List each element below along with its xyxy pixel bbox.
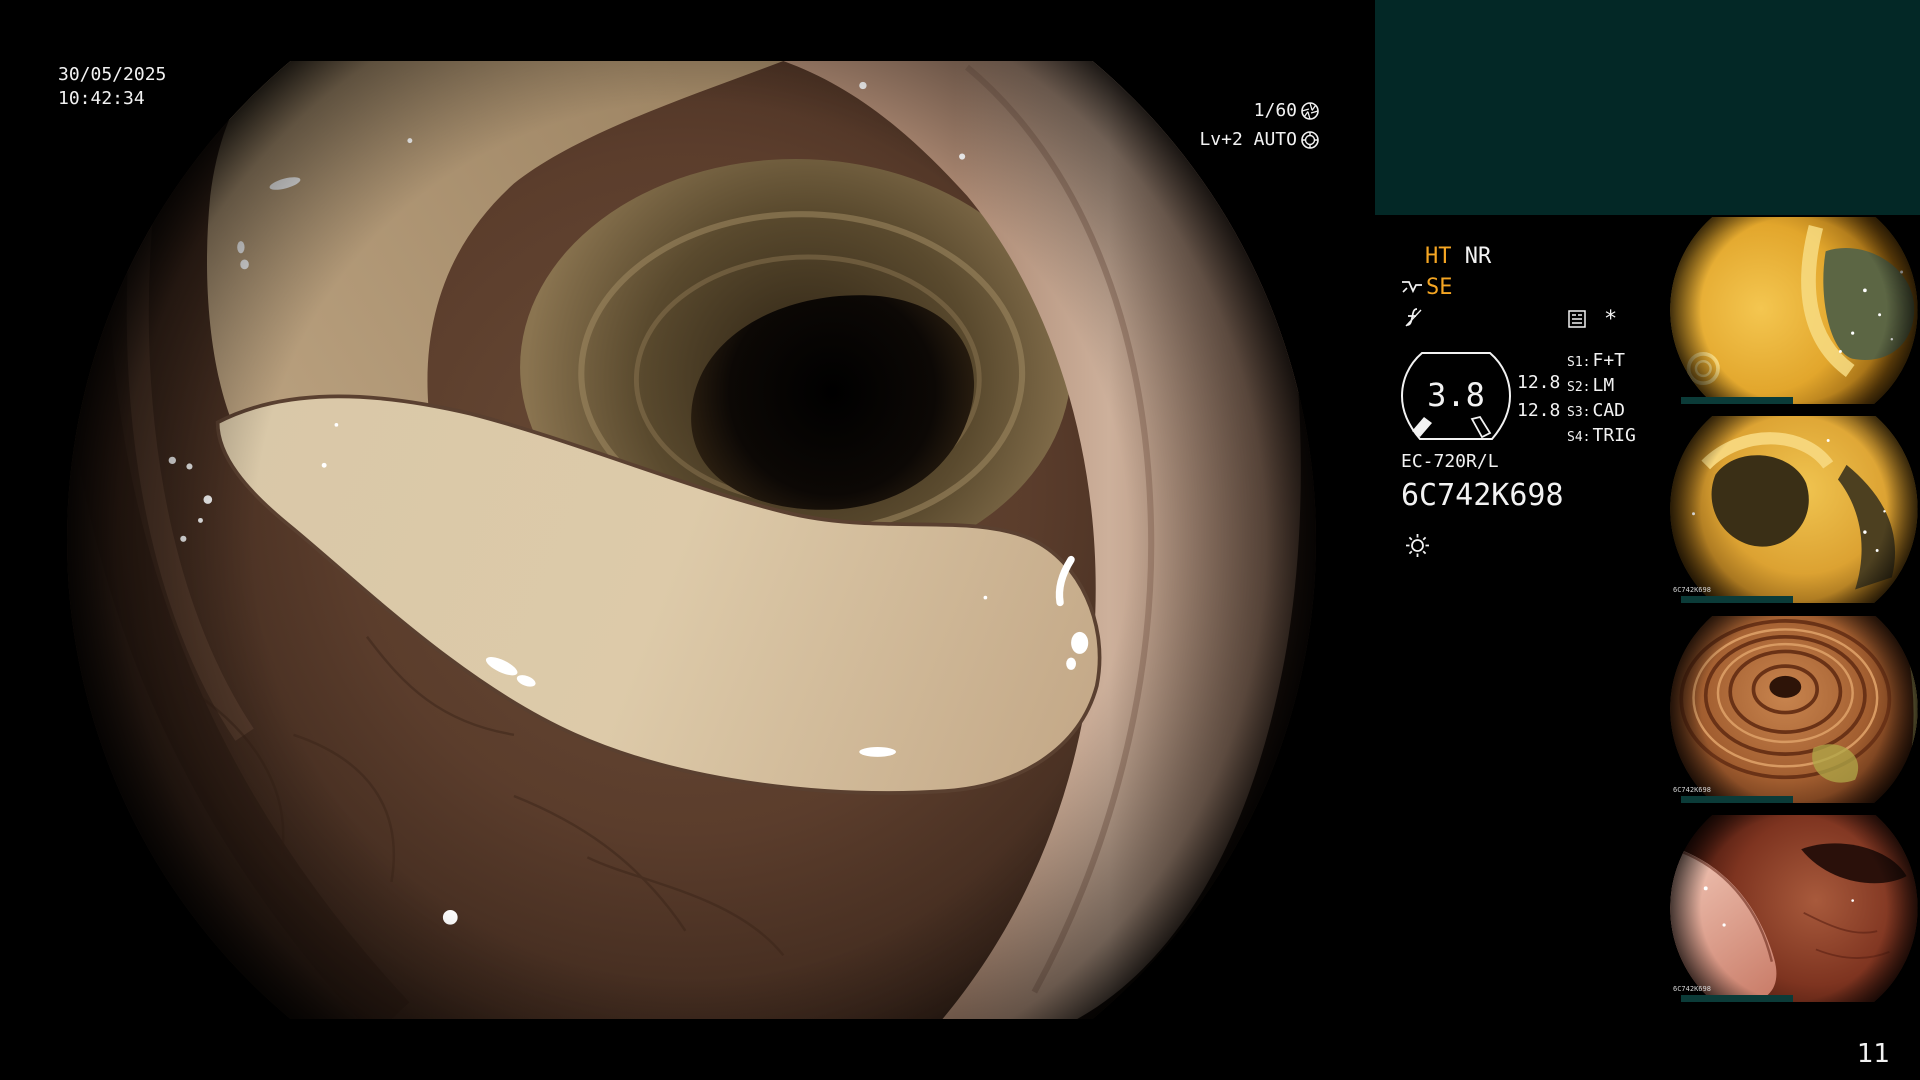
iris-icon — [1300, 130, 1320, 150]
thumbnail — [1669, 217, 1920, 404]
switch-key: S1: — [1567, 355, 1591, 370]
thumbnail: 6C742K698 — [1669, 416, 1920, 603]
thumbnail-image — [1670, 815, 1918, 1002]
scope-serial: 6C742K698 — [1401, 478, 1564, 513]
se-label: SE — [1426, 275, 1453, 300]
nr-label: NR — [1464, 244, 1492, 269]
shutter-speed: 1/60 — [1253, 100, 1297, 121]
outline-marker-icon — [1470, 415, 1492, 439]
zoom-value: 3.8 — [1427, 376, 1485, 414]
switch-value: LM — [1592, 375, 1615, 396]
thumbnail-image — [1670, 616, 1918, 803]
zoom-gauge: 3.8 — [1400, 351, 1512, 441]
shutter-row: 1/60 — [1254, 101, 1320, 121]
switch-key: S3: — [1567, 405, 1591, 420]
info-panel-header — [1375, 0, 1920, 215]
switch-row-s3: S3: CAD — [1567, 400, 1625, 422]
sun-icon — [1404, 532, 1431, 559]
switch-key: S4: — [1567, 430, 1591, 445]
thumbnail-bar — [1681, 796, 1793, 803]
thumbnail-serial: 6C742K698 — [1673, 786, 1711, 794]
thumbnail: 6C742K698 — [1669, 815, 1920, 1002]
thumbnail: 6C742K698 — [1669, 616, 1920, 803]
light-level: Lv+2 AUTO — [1199, 129, 1297, 150]
light-level-row: Lv+2 AUTO — [1199, 130, 1320, 150]
value-bottom: 12.8 — [1517, 400, 1561, 421]
endoscope-view — [67, 61, 1316, 1019]
thumbnail-image — [1670, 217, 1918, 404]
ht-label: HT — [1425, 244, 1452, 269]
value-top: 12.8 — [1517, 372, 1561, 393]
f-slash-icon — [1402, 306, 1424, 328]
thumbnail-bar — [1681, 397, 1793, 404]
switch-row-s2: S2: LM — [1567, 375, 1614, 397]
shutter-icon — [1300, 101, 1320, 121]
vignette — [67, 61, 1316, 1019]
switch-row-s1: S1: F+T — [1567, 350, 1625, 372]
document-icon — [1566, 308, 1588, 330]
thumbnail-bar — [1681, 596, 1793, 603]
switch-value: CAD — [1592, 400, 1625, 421]
thumbnail-serial: 6C742K698 — [1673, 586, 1711, 594]
switch-value: TRIG — [1592, 425, 1636, 446]
curve-arrow-icon — [1400, 277, 1424, 299]
switch-row-s4: S4: TRIG — [1567, 425, 1636, 447]
asterisk-indicator: * — [1604, 307, 1618, 332]
thumbnail-image — [1670, 416, 1918, 603]
switch-key: S2: — [1567, 380, 1591, 395]
scope-model: EC-720R/L — [1401, 451, 1499, 472]
thumbnail-serial: 6C742K698 — [1673, 985, 1711, 993]
thumbnail-bar — [1681, 995, 1793, 1002]
ht-nr-row: HT NR — [1425, 246, 1491, 268]
switch-value: F+T — [1592, 350, 1625, 371]
page-number: 11 — [1857, 1039, 1891, 1069]
